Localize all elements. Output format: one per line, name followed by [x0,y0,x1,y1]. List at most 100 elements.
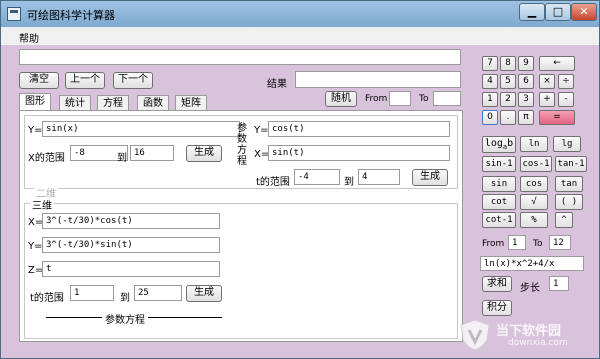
clear-button[interactable]: 清空 [19,72,59,89]
arccot-button[interactable]: cot-1 [482,212,516,228]
tab-function[interactable]: 函数 [137,95,169,111]
log-label: log [484,138,503,149]
ln-button[interactable]: ln [520,136,548,152]
key-8[interactable]: 8 [500,56,516,71]
watermark-url: downxia.com [508,338,568,348]
result-label: 结果 [267,79,287,90]
lg-button[interactable]: lg [553,136,581,152]
param-y-expression-input[interactable]: cos(t) [268,121,450,137]
random-to-label: To [419,94,429,104]
menu-help[interactable]: 帮助 [19,30,39,45]
watermark-logo: 当下软件园 downxia.com [456,314,596,354]
minimize-button[interactable]: ▁ [519,3,545,21]
step-label: 步长 [520,283,540,294]
tab-equation[interactable]: 方程 [97,95,129,111]
percent-button[interactable]: % [520,212,548,228]
y-label: Y= [28,125,43,136]
key-7[interactable]: 7 [482,56,498,71]
backspace-button[interactable]: ← [539,56,575,71]
key-2[interactable]: 2 [500,92,516,107]
random-button[interactable]: 随机 [325,91,357,107]
integrand-input[interactable]: ln(x)*x^2+4/x [480,256,584,271]
arcsin-button[interactable]: sin-1 [482,156,516,172]
param-y-label: Y= [254,125,269,136]
z3d-expression-input[interactable]: t [42,261,220,277]
integral-to-input[interactable]: 12 [549,235,571,250]
key-5[interactable]: 5 [500,74,516,89]
param-generate-button[interactable]: 生成 [412,169,448,186]
sin-button[interactable]: sin [482,176,516,192]
cot-button[interactable]: cot [482,194,516,210]
t-range-from-input[interactable]: -4 [294,169,340,185]
log-base-button[interactable]: logab [482,136,516,153]
t-range-to-input[interactable]: 4 [358,169,400,185]
step-input[interactable]: 1 [549,276,569,291]
key-0[interactable]: 0 [482,110,498,125]
parametric-title: 参数方程 [237,123,247,167]
equals-button[interactable]: = [539,110,575,125]
title-bar[interactable]: 可绘图科学计算器 ▁ □ ✕ [1,1,599,27]
tab-statistics[interactable]: 统计 [59,95,91,111]
x3d-expression-input[interactable]: 3^(-t/30)*cos(t) [42,213,220,229]
key-9[interactable]: 9 [518,56,534,71]
y3d-expression-input[interactable]: 3^(-t/30)*sin(t) [42,237,220,253]
random-to-input[interactable] [433,91,461,106]
key-pi[interactable]: π [518,110,534,125]
app-icon [7,7,21,21]
watermark-text: 当下软件园 [496,324,562,339]
graph-panel: Y= sin(x) X的范围 -8 到 16 生成 参数方程 Y= cos(t)… [19,110,463,342]
t-range-label: t的范围 [256,177,290,188]
power-button[interactable]: ^ [555,212,573,228]
previous-button[interactable]: 上一个 [65,72,105,89]
tan-button[interactable]: tan [555,176,583,192]
log-arg: b [507,138,514,149]
t3d-range-to-input[interactable]: 25 [134,285,182,301]
key-decimal[interactable]: . [500,110,516,125]
random-from-label: From [365,94,388,104]
key-4[interactable]: 4 [482,74,498,89]
key-6[interactable]: 6 [518,74,534,89]
maximize-button[interactable]: □ [545,3,571,21]
cos-button[interactable]: cos [520,176,548,192]
t3d-to-label: 到 [120,293,130,304]
integral-from-label: From [482,239,505,249]
parametric-footer-label: 参数方程 [102,311,148,326]
result-field[interactable] [295,71,461,88]
x-range-label: X的范围 [28,153,65,164]
arccos-button[interactable]: cos-1 [520,156,552,172]
tab-matrix[interactable]: 矩阵 [175,95,207,111]
plus-button[interactable]: + [539,92,555,107]
divide-button[interactable]: ÷ [558,74,574,89]
app-window: 可绘图科学计算器 ▁ □ ✕ 帮助 清空 上一个 下一个 结果 随机 From … [0,0,600,359]
param-x-label: X= [254,149,270,160]
z3d-label: Z= [28,265,44,276]
integral-to-label: To [533,239,543,249]
key-1[interactable]: 1 [482,92,498,107]
minus-button[interactable]: - [558,92,574,107]
arctan-button[interactable]: tan-1 [555,156,587,172]
t-to-label: 到 [344,177,354,188]
window-title: 可绘图科学计算器 [27,9,115,22]
tab-graph[interactable]: 图形 [19,93,51,111]
x3d-label: X= [28,217,44,228]
multiply-button[interactable]: × [539,74,555,89]
sum-button[interactable]: 求和 [482,276,512,292]
key-3[interactable]: 3 [518,92,534,107]
watermark-shield-icon [460,319,490,351]
y3d-label: Y= [28,241,43,252]
parentheses-button[interactable]: ( ) [555,194,583,210]
y-expression-input[interactable]: sin(x) [42,121,240,137]
generate-button[interactable]: 生成 [186,145,222,162]
t3d-range-from-input[interactable]: 1 [70,285,114,301]
generate-3d-button[interactable]: 生成 [186,285,222,302]
main-expression-input[interactable] [19,49,461,65]
sqrt-button[interactable]: √ [520,194,548,210]
close-button[interactable]: ✕ [571,3,597,21]
to-label: 到 [117,153,127,164]
next-button[interactable]: 下一个 [113,72,153,89]
random-from-input[interactable] [389,91,411,106]
integral-from-input[interactable]: 1 [508,235,526,250]
t3d-range-label: t的范围 [30,293,64,304]
param-x-expression-input[interactable]: sin(t) [268,145,450,161]
x-range-to-input[interactable]: 16 [130,145,174,161]
